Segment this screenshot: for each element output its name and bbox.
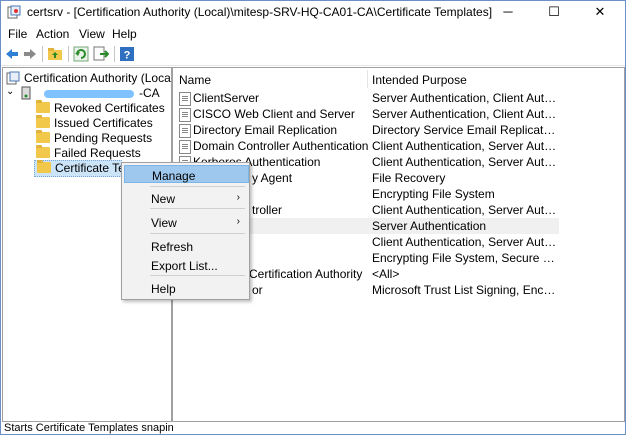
menu-item-label: Help bbox=[151, 282, 176, 296]
tree-item-revoked[interactable]: Revoked Certificates bbox=[36, 100, 171, 116]
forward-arrow-icon[interactable] bbox=[22, 46, 38, 62]
row-name: CISCO Web Client and Server bbox=[193, 107, 355, 121]
folder-icon bbox=[36, 100, 50, 113]
menu-item-label: Export List... bbox=[151, 259, 218, 273]
menu-item-label: New bbox=[151, 192, 176, 206]
row-purpose: Microsoft Trust List Signing, Encrypting… bbox=[372, 283, 558, 297]
window-title: certsrv - [Certification Authority (Loca… bbox=[27, 5, 493, 19]
menu-item-help[interactable]: Help bbox=[124, 279, 247, 297]
row-name: Domain Controller Authentication bbox=[193, 139, 369, 153]
context-menu: Manage New › View › Refresh Export List.… bbox=[121, 162, 250, 300]
row-purpose: Client Authentication, Server Authentic.… bbox=[372, 139, 558, 153]
tree-item-certificate-templates[interactable]: Certificate Tem bbox=[34, 160, 135, 177]
menu-item-refresh[interactable]: Refresh bbox=[124, 237, 247, 255]
column-header-name[interactable]: Name bbox=[179, 73, 211, 87]
menu-item-new[interactable]: New › bbox=[124, 189, 247, 207]
up-folder-icon[interactable] bbox=[47, 46, 63, 62]
folder-icon bbox=[36, 115, 50, 128]
table-row[interactable]: ClientServer Server Authentication, Clie… bbox=[173, 90, 624, 106]
menu-item-label: Refresh bbox=[151, 240, 194, 254]
submenu-arrow-icon: › bbox=[236, 216, 240, 227]
row-name: or bbox=[252, 283, 263, 297]
table-row[interactable]: Domain Controller Authentication Client … bbox=[173, 138, 624, 154]
tree-item-label: Failed Requests bbox=[54, 146, 141, 160]
row-purpose: Encrypting File System, Secure Email, Cl… bbox=[372, 251, 558, 265]
expand-chevron-icon[interactable]: ⌄ bbox=[6, 86, 14, 97]
status-bar: Starts Certificate Templates snapin bbox=[1, 421, 625, 434]
ca-root-icon bbox=[6, 71, 20, 85]
menu-separator bbox=[150, 275, 245, 276]
tree-ca-suffix: -CA bbox=[139, 86, 160, 100]
tree-item-label: Pending Requests bbox=[54, 131, 153, 145]
menu-item-label: View bbox=[151, 216, 177, 230]
row-name: y Agent bbox=[252, 171, 293, 185]
menu-help[interactable]: Help bbox=[112, 27, 137, 41]
row-purpose: Server Authentication bbox=[372, 219, 487, 233]
row-purpose: Client Authentication, Server Authentic.… bbox=[372, 235, 558, 249]
row-name: Certification Authority bbox=[249, 267, 363, 281]
tree-item-issued[interactable]: Issued Certificates bbox=[36, 115, 171, 131]
tree-root[interactable]: Certification Authority (Local) bbox=[6, 71, 171, 86]
menu-file[interactable]: File bbox=[8, 27, 27, 41]
title-bar: certsrv - [Certification Authority (Loca… bbox=[1, 1, 625, 23]
row-purpose: Directory Service Email Replication bbox=[372, 123, 558, 137]
folder-icon bbox=[36, 130, 50, 143]
template-icon bbox=[179, 108, 191, 122]
menu-separator bbox=[150, 186, 245, 187]
template-icon bbox=[179, 140, 191, 154]
maximize-button[interactable]: ☐ bbox=[531, 1, 577, 23]
back-arrow-icon[interactable] bbox=[4, 46, 20, 62]
status-text: Starts Certificate Templates snapin bbox=[4, 422, 174, 434]
column-header-purpose[interactable]: Intended Purpose bbox=[372, 73, 467, 87]
menu-item-manage[interactable]: Manage bbox=[124, 165, 249, 183]
row-purpose: Server Authentication, Client Authentic.… bbox=[372, 91, 558, 105]
column-divider[interactable] bbox=[367, 70, 368, 88]
redacted-ca-name bbox=[44, 90, 134, 98]
tree-item-label: Issued Certificates bbox=[54, 116, 153, 130]
template-icon bbox=[179, 92, 191, 106]
refresh-icon[interactable] bbox=[73, 46, 89, 62]
folder-icon bbox=[37, 160, 51, 173]
row-purpose: Server Authentication, Client Authentic.… bbox=[372, 107, 558, 121]
tree-item-failed[interactable]: Failed Requests bbox=[36, 145, 171, 161]
ca-server-icon bbox=[21, 86, 31, 100]
table-row[interactable]: CISCO Web Client and Server Server Authe… bbox=[173, 106, 624, 122]
certsrv-app-icon bbox=[7, 5, 21, 19]
row-purpose: File Recovery bbox=[372, 171, 446, 185]
svg-text:?: ? bbox=[124, 50, 131, 62]
help-icon[interactable]: ? bbox=[119, 46, 135, 62]
row-name: ClientServer bbox=[193, 91, 260, 105]
mmc-window: certsrv - [Certification Authority (Loca… bbox=[0, 0, 626, 435]
row-purpose: Client Authentication, Server Authentic.… bbox=[372, 155, 558, 169]
menu-item-export-list[interactable]: Export List... bbox=[124, 256, 247, 274]
tree-item-label: Revoked Certificates bbox=[54, 101, 165, 115]
template-icon bbox=[179, 124, 191, 138]
toolbar-separator bbox=[114, 46, 115, 62]
toolbar: ? bbox=[1, 43, 625, 66]
menu-item-view[interactable]: View › bbox=[124, 213, 247, 231]
minimize-button[interactable]: ─ bbox=[485, 1, 531, 23]
toolbar-separator bbox=[68, 46, 69, 62]
row-purpose: Encrypting File System bbox=[372, 187, 495, 201]
toolbar-separator bbox=[42, 46, 43, 62]
tree-root-label: Certification Authority (Local) bbox=[24, 71, 172, 85]
menu-separator bbox=[150, 208, 245, 209]
export-list-icon[interactable] bbox=[93, 46, 109, 62]
menu-view[interactable]: View bbox=[79, 27, 105, 41]
folder-icon bbox=[36, 145, 50, 158]
menu-bar: File Action View Help bbox=[1, 25, 625, 43]
menu-action[interactable]: Action bbox=[36, 27, 69, 41]
tree-item-pending[interactable]: Pending Requests bbox=[36, 130, 171, 146]
menu-item-label: Manage bbox=[152, 169, 196, 183]
row-purpose: <All> bbox=[372, 267, 400, 281]
table-row[interactable]: Directory Email Replication Directory Se… bbox=[173, 122, 624, 138]
row-name: troller bbox=[252, 203, 283, 217]
row-purpose: Client Authentication, Server Authentic.… bbox=[372, 203, 558, 217]
row-name: Directory Email Replication bbox=[193, 123, 338, 137]
tree-ca-node[interactable]: ⌄ -CA bbox=[6, 86, 171, 101]
menu-separator bbox=[150, 233, 245, 234]
close-button[interactable]: ✕ bbox=[577, 1, 623, 23]
submenu-arrow-icon: › bbox=[236, 192, 240, 203]
